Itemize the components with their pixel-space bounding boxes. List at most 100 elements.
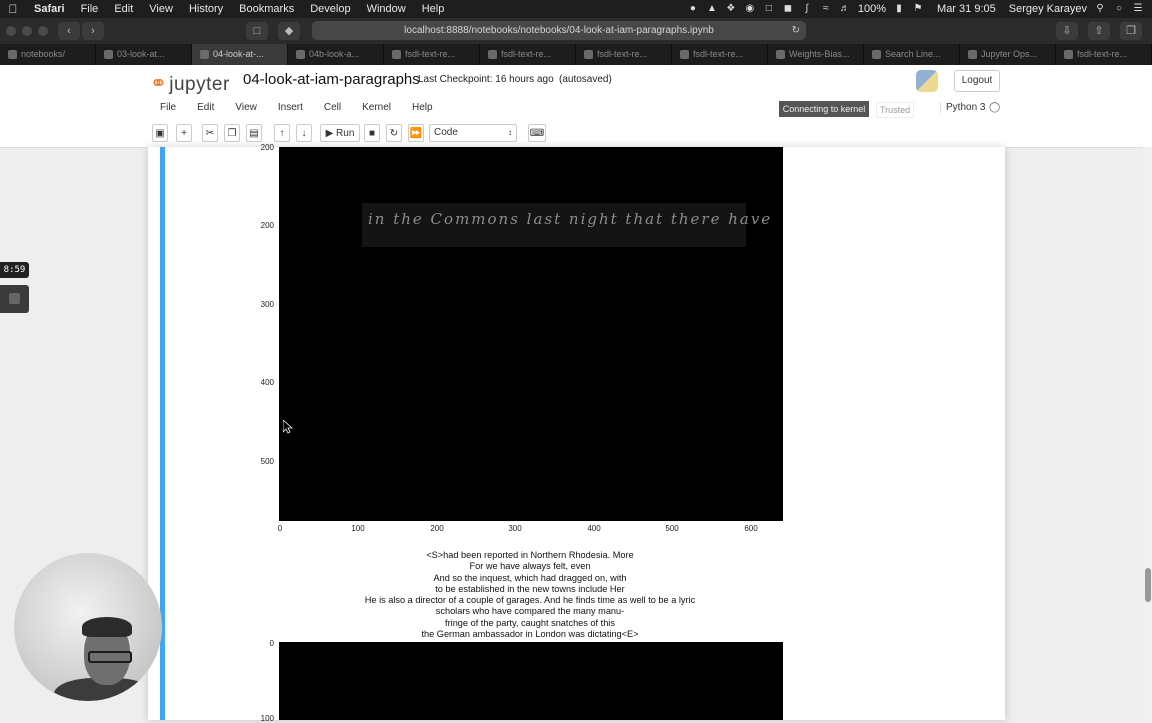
menu-view[interactable]: View <box>141 3 181 15</box>
browser-tab[interactable]: notebooks/ <box>0 44 96 65</box>
nb-menu-kernel[interactable]: Kernel <box>354 102 399 113</box>
tab-label: fsdl-text-re... <box>597 49 648 59</box>
zoom-window-button[interactable] <box>38 26 48 36</box>
move-up-icon[interactable]: ↑ <box>274 124 290 142</box>
tab-favicon-icon <box>296 50 305 60</box>
restart-run-all-icon[interactable]: ⏩ <box>408 124 424 142</box>
nb-menu-edit[interactable]: Edit <box>189 102 222 113</box>
jupyter-swirl-icon: ⚭ <box>150 73 168 95</box>
share-icon[interactable]: ⇧ <box>1088 22 1110 40</box>
menu-edit[interactable]: Edit <box>106 3 141 15</box>
search-icon[interactable]: ⚲ <box>1094 3 1106 15</box>
forward-button[interactable]: › <box>82 22 104 40</box>
kernel-idle-icon: ◯ <box>989 102 1001 113</box>
menu-window[interactable]: Window <box>359 3 414 15</box>
notebook-title[interactable]: 04-look-at-iam-paragraphs <box>243 71 420 88</box>
status-icon-4[interactable]: □ <box>763 3 775 15</box>
status-icon-5[interactable]: ◼ <box>782 3 794 15</box>
browser-tab[interactable]: fsdl-text-re... <box>672 44 768 65</box>
browser-tab[interactable]: fsdl-text-re... <box>384 44 480 65</box>
reload-icon[interactable]: ↻ <box>792 21 800 40</box>
recording-stop-button[interactable] <box>0 285 29 313</box>
wifi-icon[interactable]: ≈ <box>820 3 832 15</box>
browser-tab[interactable]: Jupyter Ops... <box>960 44 1056 65</box>
cut-icon[interactable]: ✂ <box>202 124 218 142</box>
volume-icon[interactable]: ♬ <box>839 3 851 15</box>
back-button[interactable]: ‹ <box>58 22 80 40</box>
interrupt-icon[interactable]: ■ <box>364 124 380 142</box>
logout-button[interactable]: Logout <box>954 70 1000 92</box>
tab-label: 03-look-at... <box>117 49 165 59</box>
stop-icon <box>9 293 20 304</box>
browser-tab[interactable]: Search Line... <box>864 44 960 65</box>
x-tick-label: 400 <box>587 524 601 533</box>
siri-icon[interactable]: ○ <box>1113 3 1125 15</box>
nb-menu-file[interactable]: File <box>152 102 184 113</box>
menu-app-name[interactable]: Safari <box>26 3 73 15</box>
kernel-name: Python 3 <box>940 102 985 113</box>
python-logo-icon <box>916 70 938 92</box>
browser-tab[interactable]: 03-look-at... <box>96 44 192 65</box>
nb-menu-cell[interactable]: Cell <box>316 102 349 113</box>
address-bar[interactable]: localhost:8888/notebooks/notebooks/04-lo… <box>312 21 806 40</box>
scrollbar-thumb[interactable] <box>1145 568 1151 602</box>
browser-tab[interactable]: fsdl-text-re... <box>480 44 576 65</box>
trusted-indicator[interactable]: Trusted <box>876 102 915 118</box>
clock[interactable]: Mar 31 9:05 <box>937 3 996 15</box>
scrollbar-track[interactable] <box>1143 147 1152 720</box>
paste-icon[interactable]: ▤ <box>246 124 262 142</box>
download-icon[interactable]: ⇩ <box>1056 22 1078 40</box>
menu-history[interactable]: History <box>181 3 231 15</box>
jupyter-logo[interactable]: ⚭ jupyter <box>150 71 230 96</box>
command-palette-icon[interactable]: ⌨ <box>528 124 546 142</box>
output-line: For we have always felt, even <box>469 561 591 572</box>
y-tick-label: 200 <box>260 143 274 152</box>
user-name[interactable]: Sergey Karayev <box>1009 3 1087 15</box>
y-tick-label: 500 <box>260 457 274 466</box>
browser-tab[interactable]: 04b-look-a... <box>288 44 384 65</box>
browser-tab[interactable]: Weights-Bias... <box>768 44 864 65</box>
cell-type-select[interactable]: Code ↕ <box>429 124 517 142</box>
url-text: localhost:8888/notebooks/notebooks/04-lo… <box>404 25 714 36</box>
nb-menu-view[interactable]: View <box>227 102 265 113</box>
x-tick-label: 500 <box>665 524 679 533</box>
menu-file[interactable]: File <box>73 3 107 15</box>
tab-label: Search Line... <box>885 49 941 59</box>
status-icon-2[interactable]: ▲ <box>706 3 718 15</box>
restart-icon[interactable]: ↻ <box>386 124 402 142</box>
nb-menu-insert[interactable]: Insert <box>270 102 311 113</box>
menu-list-icon[interactable]: ☰ <box>1132 3 1144 15</box>
copy-icon[interactable]: ❐ <box>224 124 240 142</box>
menu-help[interactable]: Help <box>414 3 453 15</box>
status-icon-1[interactable]: ● <box>687 3 699 15</box>
tabs-overview-icon[interactable]: ❐ <box>1120 22 1142 40</box>
tab-label: Jupyter Ops... <box>981 49 1038 59</box>
dropbox-icon[interactable]: ❖ <box>725 3 737 15</box>
browser-tab[interactable]: fsdl-text-re... <box>1056 44 1152 65</box>
image-plot-2 <box>279 642 783 720</box>
browser-tab[interactable]: fsdl-text-re... <box>576 44 672 65</box>
battery-percent[interactable]: 100% <box>858 3 886 15</box>
menu-bookmarks[interactable]: Bookmarks <box>231 3 302 15</box>
nb-menu-help[interactable]: Help <box>404 102 441 113</box>
bluetooth-icon[interactable]: ∫ <box>801 3 813 15</box>
extension-icon[interactable]: ◆ <box>278 22 300 40</box>
tab-favicon-icon <box>1064 50 1073 60</box>
tab-label: fsdl-text-re... <box>693 49 744 59</box>
browser-tab[interactable]: 04-look-at-... <box>192 44 288 65</box>
run-button[interactable]: ▶ Run <box>320 124 360 142</box>
status-icon-3[interactable]: ◉ <box>744 3 756 15</box>
close-window-button[interactable] <box>6 26 16 36</box>
save-icon[interactable]: ▣ <box>152 124 168 142</box>
insert-cell-icon[interactable]: + <box>176 124 192 142</box>
menu-develop[interactable]: Develop <box>302 3 358 15</box>
recording-timer: 8:59 <box>0 262 29 278</box>
tab-label: fsdl-text-re... <box>501 49 552 59</box>
minimize-window-button[interactable] <box>22 26 32 36</box>
cell-type-value: Code <box>434 127 458 138</box>
apple-icon[interactable]:  <box>0 2 26 16</box>
move-down-icon[interactable]: ↓ <box>296 124 312 142</box>
flag-icon[interactable]: ⚑ <box>912 3 924 15</box>
sidebar-icon[interactable]: □ <box>246 22 268 40</box>
kernel-status-indicator: Connecting to kernel <box>779 101 869 117</box>
